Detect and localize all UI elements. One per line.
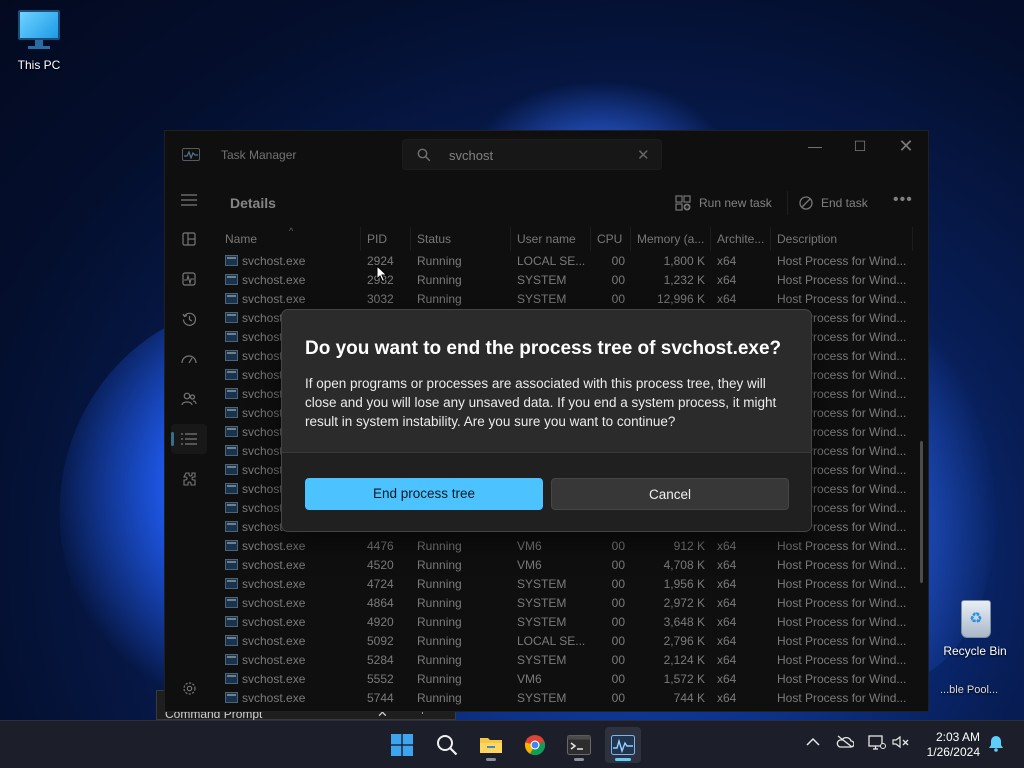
terminal-icon — [567, 735, 591, 755]
taskbar-search-button[interactable] — [429, 727, 465, 763]
chrome-button[interactable] — [517, 727, 553, 763]
folder-icon — [480, 738, 502, 753]
end-process-tree-button[interactable]: End process tree — [305, 478, 543, 510]
desktop-icon-label: This PC — [17, 58, 61, 72]
clock-time: 2:03 AM — [935, 730, 980, 744]
task-manager-taskbar-button[interactable] — [605, 727, 641, 763]
system-clock[interactable]: 2:03 AM 1/26/2024 — [914, 730, 980, 760]
dialog-message: If open programs or processes are associ… — [305, 376, 777, 429]
dialog-title: Do you want to end the process tree of s… — [305, 338, 782, 359]
notifications-bell-icon[interactable] — [988, 735, 1004, 755]
volume-muted-icon[interactable] — [892, 735, 910, 752]
start-button[interactable] — [384, 727, 420, 763]
file-explorer-button[interactable] — [473, 727, 509, 763]
chrome-icon — [525, 735, 546, 756]
clock-date: 1/26/2024 — [926, 745, 980, 759]
windows-logo-icon — [391, 734, 413, 756]
task-manager-icon — [611, 735, 635, 755]
desktop-icon-label: Recycle Bin — [943, 644, 1007, 658]
terminal-button[interactable] — [561, 727, 597, 763]
network-icon[interactable] — [868, 735, 886, 753]
onedrive-icon[interactable] — [836, 735, 855, 751]
dialog-footer: End process tree Cancel — [282, 452, 811, 531]
search-icon — [437, 735, 458, 756]
recycle-bin-icon: ♻ — [957, 596, 993, 640]
end-process-tree-dialog: Do you want to end the process tree of s… — [281, 309, 812, 532]
show-hidden-icons-chevron-icon[interactable] — [806, 735, 820, 750]
this-pc-icon — [18, 10, 60, 54]
running-indicator — [574, 758, 584, 761]
running-indicator — [486, 758, 496, 761]
desktop-icon-recycle-bin[interactable]: ♻ Recycle Bin — [936, 596, 1014, 658]
background-window-text: ...ble Pool... — [940, 684, 999, 696]
taskbar: 2:03 AM 1/26/2024 — [0, 720, 1024, 768]
cancel-button[interactable]: Cancel — [551, 478, 789, 510]
mouse-cursor-icon — [376, 265, 388, 283]
active-indicator — [615, 758, 631, 761]
desktop-icon-this-pc[interactable]: This PC — [0, 10, 78, 72]
